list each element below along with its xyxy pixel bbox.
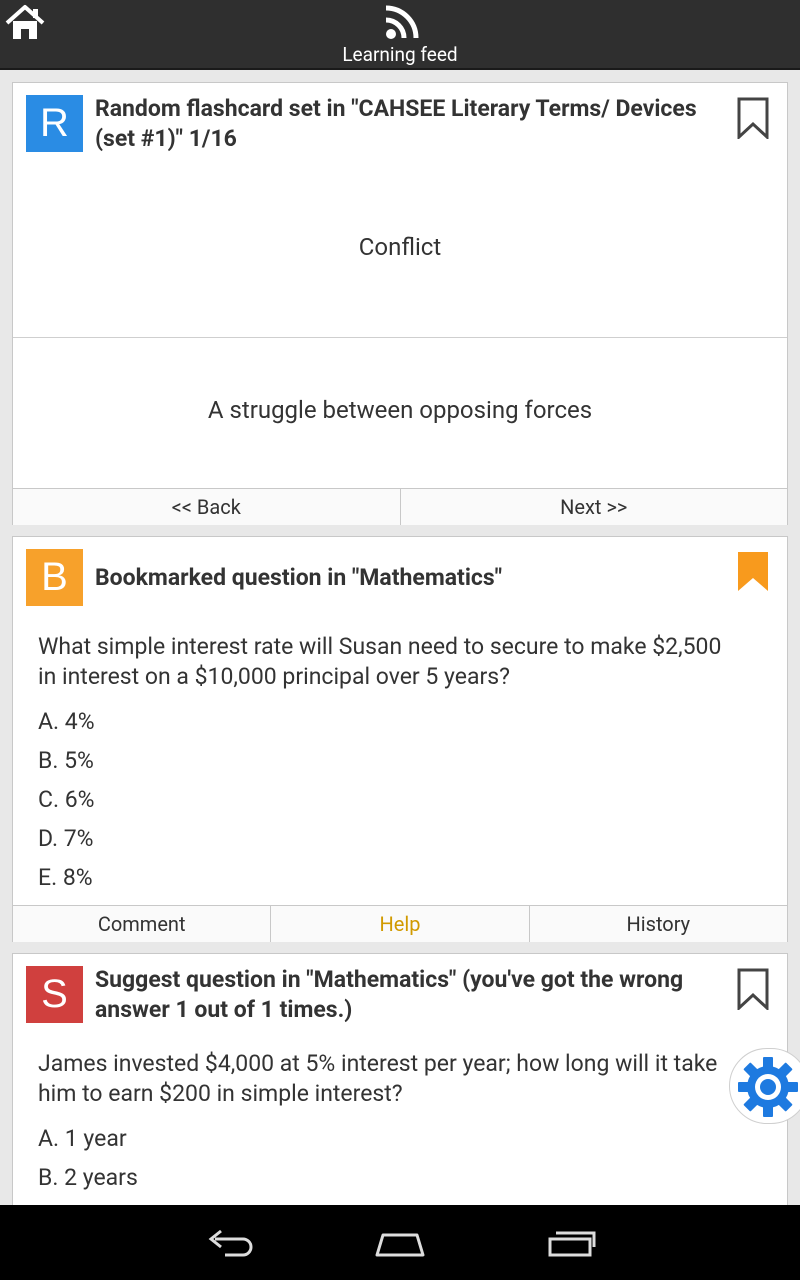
home-nav-icon[interactable] <box>373 1225 427 1265</box>
bookmark-filled-icon[interactable] <box>737 551 769 593</box>
card-title: Suggest question in "Mathematics" (you'v… <box>95 966 684 1023</box>
learning-feed[interactable]: R Random flashcard set in "CAHSEE Litera… <box>0 70 800 1205</box>
help-button[interactable]: Help <box>271 906 530 942</box>
question-action-bar: Comment Help History <box>13 905 787 942</box>
gear-icon <box>738 1057 798 1117</box>
answer-choice[interactable]: A. 1 year <box>38 1125 127 1152</box>
flashcard-front[interactable]: Conflict <box>13 233 787 261</box>
back-icon[interactable] <box>205 1225 255 1265</box>
flashcard-nav-bar: << Back Next >> <box>13 488 787 525</box>
card-badge: B <box>26 549 83 606</box>
answer-choice[interactable]: C. 6% <box>38 786 95 813</box>
bookmark-icon[interactable] <box>737 97 769 141</box>
bookmarked-question-card: B Bookmarked question in "Mathematics" W… <box>12 536 788 942</box>
answer-choice[interactable]: A. 4% <box>38 708 95 735</box>
answer-choice[interactable]: D. 7% <box>38 825 94 852</box>
card-title: Bookmarked question in "Mathematics" <box>95 564 503 591</box>
page-title: Learning feed <box>342 43 458 66</box>
card-badge: S <box>26 966 83 1023</box>
back-button[interactable]: << Back <box>13 489 401 525</box>
card-badge: R <box>26 95 83 152</box>
flashcard-divider <box>13 337 787 338</box>
suggested-question-card: S Suggest question in "Mathematics" (you… <box>12 953 788 1205</box>
settings-button[interactable] <box>729 1048 800 1124</box>
answer-choice[interactable]: B. 5% <box>38 747 94 774</box>
question-text: James invested $4,000 at 5% interest per… <box>38 1050 718 1107</box>
flashcard-back[interactable]: A struggle between opposing forces <box>13 396 787 424</box>
rss-feed-icon <box>383 3 421 41</box>
bookmark-icon[interactable] <box>737 968 769 1012</box>
card-title: Random flashcard set in "CAHSEE Literary… <box>95 95 697 152</box>
system-nav-bar <box>0 1205 800 1280</box>
flashcard-card: R Random flashcard set in "CAHSEE Litera… <box>12 82 788 525</box>
comment-button[interactable]: Comment <box>13 906 272 942</box>
answer-choice[interactable]: E. 8% <box>38 864 93 891</box>
top-bar: Learning feed <box>0 0 800 70</box>
history-button[interactable]: History <box>530 906 787 942</box>
next-button[interactable]: Next >> <box>401 489 788 525</box>
home-icon[interactable] <box>4 3 46 43</box>
answer-choice[interactable]: B. 2 years <box>38 1164 138 1191</box>
recent-apps-icon[interactable] <box>546 1225 598 1265</box>
question-text: What simple interest rate will Susan nee… <box>38 633 722 690</box>
